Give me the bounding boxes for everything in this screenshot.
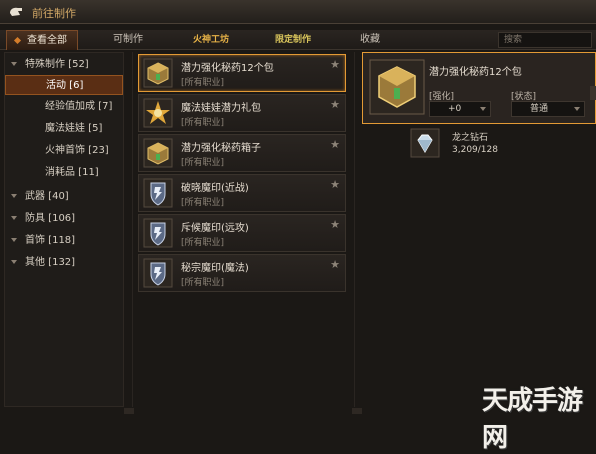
recipe-item[interactable]: 魔法娃娃潜力礼包 [所有职业] ★ (138, 94, 346, 132)
category-tabs: 查看全部 可制作 火神工坊 限定制作 收藏 搜索 (0, 30, 596, 50)
tree-item-magic-doll[interactable]: 魔法娃娃 [5] (5, 119, 123, 139)
star-icon[interactable]: ★ (330, 98, 340, 111)
chevron-down-icon (480, 107, 486, 111)
tab-dot-icon (13, 36, 22, 45)
category-tree: 特殊制作 [52] 活动 [6] 经验值加成 [7] 魔法娃娃 [5] 火神首饰… (4, 52, 124, 407)
tab-favorites[interactable]: 收藏 (340, 30, 400, 50)
divider (354, 52, 355, 407)
tree-item-others[interactable]: 其他 [132] (5, 253, 123, 273)
recipe-item[interactable]: 破晓魔印(近战) [所有职业] ★ (138, 174, 346, 212)
chevron-down-icon (11, 238, 17, 242)
window-title: 前往制作 (32, 7, 76, 20)
recipe-list: 潜力强化秘药12个包 [所有职业] ★ 魔法娃娃潜力礼包 [所有职业] ★ 潜力… (138, 52, 348, 407)
material-row: 龙之钻石 3,209/128 (408, 126, 596, 162)
scrollbar[interactable] (352, 408, 362, 414)
recipe-item[interactable]: 潜力强化秘药箱子 [所有职业] ★ (138, 134, 346, 172)
recipe-item[interactable]: 潜力强化秘药12个包 [所有职业] ★ (138, 54, 346, 92)
recipe-item[interactable]: 秘宗魔印(魔法) [所有职业] ★ (138, 254, 346, 292)
watermark: 天成手游网 (482, 386, 583, 453)
tab-craftable[interactable]: 可制作 (96, 30, 160, 50)
diamond-icon (410, 128, 440, 158)
enhance-select[interactable]: +0 (429, 101, 491, 117)
tree-item-consumables[interactable]: 消耗品 [11] (5, 163, 123, 183)
tree-item-exp-boost[interactable]: 经验值加成 [7] (5, 97, 123, 117)
tree-item-jewelry[interactable]: 首饰 [118] (5, 231, 123, 251)
gold-crate-icon (143, 138, 173, 168)
shield-rune-icon (143, 258, 173, 288)
star-icon[interactable]: ★ (330, 218, 340, 231)
gold-crate-icon (143, 58, 173, 88)
tab-vulcan-workshop[interactable]: 火神工坊 (176, 30, 246, 50)
hand-icon (10, 7, 22, 16)
star-burst-icon (143, 98, 173, 128)
shield-rune-icon (143, 218, 173, 248)
star-icon[interactable]: ★ (330, 178, 340, 191)
scrollbar[interactable] (124, 408, 134, 414)
tree-item-weapons[interactable]: 武器 [40] (5, 187, 123, 207)
chevron-down-icon (574, 107, 580, 111)
state-select[interactable]: 普通 (511, 101, 585, 117)
tab-limited-craft[interactable]: 限定制作 (258, 30, 328, 50)
expand-handle[interactable] (590, 86, 596, 100)
star-icon[interactable]: ★ (330, 138, 340, 151)
chevron-down-icon (11, 260, 17, 264)
divider (132, 52, 133, 407)
tree-item-vulcan-accessory[interactable]: 火神首饰 [23] (5, 141, 123, 161)
star-icon[interactable]: ★ (330, 58, 340, 71)
gold-crate-icon (369, 59, 425, 115)
shield-rune-icon (143, 178, 173, 208)
chevron-down-icon (11, 194, 17, 198)
star-icon[interactable]: ★ (330, 258, 340, 271)
search-input[interactable]: 搜索 (498, 32, 592, 48)
chevron-down-icon (11, 62, 17, 66)
tab-view-all[interactable]: 查看全部 (6, 30, 78, 50)
tree-item-armor[interactable]: 防具 [106] (5, 209, 123, 229)
recipe-item[interactable]: 斥候魔印(远攻) [所有职业] ★ (138, 214, 346, 252)
title-bar: 前往制作 (0, 0, 596, 24)
tree-item-event[interactable]: 活动 [6] (5, 75, 123, 95)
tree-item-special-craft[interactable]: 特殊制作 [52] (5, 55, 123, 75)
recipe-detail: 潜力强化秘药12个包 [强化] [状态] +0 普通 (362, 52, 596, 124)
chevron-down-icon (11, 216, 17, 220)
